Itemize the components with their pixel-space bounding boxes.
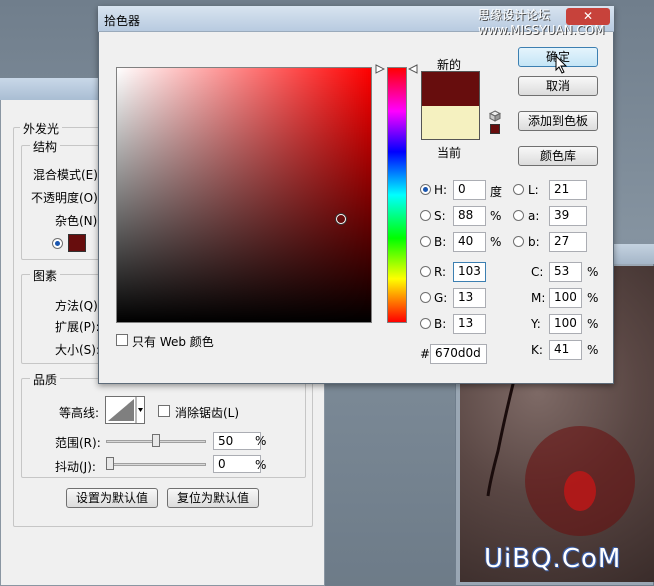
- s-radio[interactable]: [420, 210, 431, 221]
- hue-slider-right-arrow[interactable]: [407, 63, 418, 77]
- r-input[interactable]: 103: [453, 262, 486, 282]
- saturation-brightness-field[interactable]: [116, 67, 372, 323]
- out-of-gamut-cube-icon[interactable]: [488, 110, 502, 125]
- h-radio[interactable]: [420, 184, 431, 195]
- outer-glow-title: 外发光: [20, 120, 63, 137]
- color-field-cursor[interactable]: [336, 214, 346, 224]
- jitter-unit: %: [255, 458, 267, 472]
- new-color-swatch: [421, 71, 480, 106]
- l-input[interactable]: 21: [549, 180, 587, 200]
- reset-default-button[interactable]: 复位为默认值: [167, 488, 259, 508]
- cancel-button[interactable]: 取消: [518, 76, 598, 96]
- r-radio[interactable]: [420, 266, 431, 277]
- antialias-checkbox[interactable]: [158, 405, 170, 417]
- spread-label: 扩展(P):: [55, 320, 100, 334]
- quality-title: 品质: [30, 371, 61, 388]
- a-label: a:: [528, 209, 540, 223]
- c-label: C:: [531, 265, 544, 279]
- k-label: K:: [531, 343, 543, 357]
- h-unit: 度: [490, 185, 503, 199]
- lab-b-radio[interactable]: [513, 236, 524, 247]
- b-input[interactable]: 40: [453, 232, 486, 252]
- contour-label: 等高线:: [59, 406, 100, 420]
- add-to-swatches-button[interactable]: 添加到色板: [518, 111, 598, 131]
- y-label: Y:: [531, 317, 541, 331]
- k-unit: %: [587, 343, 599, 357]
- web-colors-checkbox[interactable]: [116, 334, 128, 346]
- color-picker-title: 拾色器: [104, 14, 141, 28]
- web-safe-swatch[interactable]: [490, 124, 500, 134]
- jitter-slider-track[interactable]: [106, 463, 206, 466]
- contour-picker[interactable]: [105, 396, 145, 424]
- s-label: S:: [434, 209, 446, 223]
- c-unit: %: [587, 265, 599, 279]
- m-input[interactable]: 100: [549, 288, 582, 308]
- m-unit: %: [587, 291, 599, 305]
- s-unit: %: [490, 209, 502, 223]
- method-label: 方法(Q):: [55, 299, 102, 313]
- c-input[interactable]: 53: [549, 262, 582, 282]
- range-unit: %: [255, 434, 267, 448]
- g-label: G:: [434, 291, 448, 305]
- b-label: B:: [434, 235, 447, 249]
- y-unit: %: [587, 317, 599, 331]
- l-radio[interactable]: [513, 184, 524, 195]
- r-label: R:: [434, 265, 447, 279]
- range-slider-thumb[interactable]: [152, 434, 160, 447]
- l-label: L:: [528, 183, 539, 197]
- lab-b-label: b:: [528, 235, 540, 249]
- g-radio[interactable]: [420, 292, 431, 303]
- current-color-swatch[interactable]: [421, 106, 480, 140]
- current-color-label: 当前: [437, 146, 462, 160]
- glow-color-swatch[interactable]: [68, 234, 86, 252]
- opacity-label: 不透明度(O):: [31, 191, 102, 205]
- blue-label: B:: [434, 317, 447, 331]
- close-icon: ✕: [582, 9, 594, 23]
- elements-title: 图素: [30, 267, 61, 284]
- y-input[interactable]: 100: [549, 314, 582, 334]
- h-input[interactable]: 0: [453, 180, 486, 200]
- range-label: 范围(R):: [55, 436, 101, 450]
- set-default-button[interactable]: 设置为默认值: [66, 488, 158, 508]
- m-label: M:: [531, 291, 546, 305]
- color-libraries-button[interactable]: 颜色库: [518, 146, 598, 166]
- jitter-input[interactable]: 0: [213, 455, 261, 473]
- b-unit: %: [490, 235, 502, 249]
- blend-mode-label: 混合模式(E):: [33, 168, 102, 182]
- size-label: 大小(S):: [55, 343, 101, 357]
- g-input[interactable]: 13: [453, 288, 486, 308]
- antialias-label: 消除锯齿(L): [175, 406, 240, 420]
- close-button[interactable]: ✕: [566, 8, 610, 25]
- hue-slider[interactable]: [387, 67, 407, 323]
- noise-label: 杂色(N):: [55, 214, 102, 228]
- h-label: H:: [434, 183, 448, 197]
- b-radio[interactable]: [420, 236, 431, 247]
- a-radio[interactable]: [513, 210, 524, 221]
- contour-curve-icon: [108, 397, 143, 423]
- mouse-cursor-icon: [555, 54, 569, 78]
- lab-b-input[interactable]: 27: [549, 232, 587, 252]
- jitter-slider-thumb[interactable]: [106, 457, 114, 470]
- k-input[interactable]: 41: [549, 340, 582, 360]
- range-input[interactable]: 50: [213, 432, 261, 450]
- s-input[interactable]: 88: [453, 206, 486, 226]
- solid-color-radio[interactable]: [52, 238, 63, 249]
- blue-input[interactable]: 13: [453, 314, 486, 334]
- jitter-label: 抖动(J):: [55, 460, 96, 474]
- web-colors-label: 只有 Web 颜色: [132, 335, 214, 349]
- a-input[interactable]: 39: [549, 206, 587, 226]
- hue-slider-left-arrow[interactable]: [375, 63, 386, 77]
- structure-title: 结构: [30, 138, 61, 155]
- hex-input[interactable]: 670d0d: [430, 344, 487, 364]
- bottom-watermark: UiBQ.CoM: [484, 544, 622, 574]
- blue-radio[interactable]: [420, 318, 431, 329]
- hex-label: #: [420, 347, 431, 361]
